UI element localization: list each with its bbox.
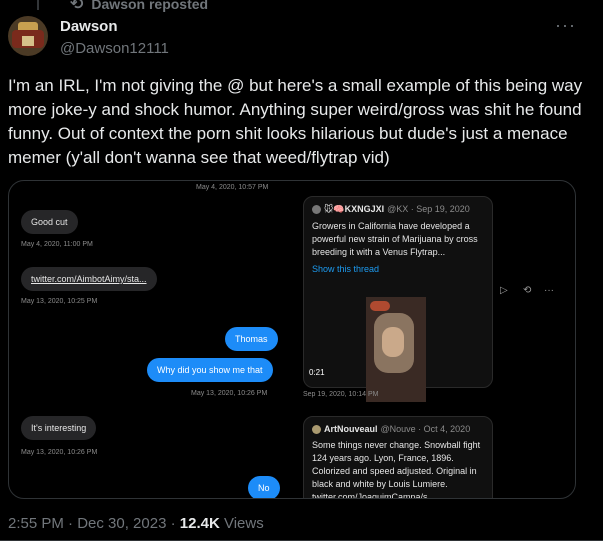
tweet-image[interactable]: May 4, 2020, 10:57 PM Good cut May 4, 20… — [8, 180, 576, 499]
avatar — [312, 205, 321, 214]
card-username: ArtNouveaul — [324, 424, 378, 434]
timestamp: May 13, 2020, 10:26 PM — [191, 390, 268, 397]
card-meta: @KX · Sep 19, 2020 — [387, 204, 470, 214]
message-link-bubble: twitter.com/AimbotAimy/sta... — [21, 267, 157, 291]
timestamp: Sep 19, 2020, 10:14 PM — [303, 391, 379, 398]
retweet-icon: ⟲ — [523, 285, 532, 296]
video-thumbnail — [366, 297, 426, 402]
views-label: Views — [219, 515, 264, 532]
repost-icon: ⟲ — [70, 0, 84, 13]
author-handle[interactable]: @Dawson12111 — [60, 40, 169, 57]
show-thread-link: Show this thread — [312, 264, 380, 274]
more-icon: ··· — [544, 285, 554, 296]
message-bubble: Why did you show me that — [147, 358, 273, 382]
repost-label: Dawson reposted — [91, 0, 209, 12]
post-time[interactable]: 2:55 PM · Dec 30, 2023 · — [8, 515, 180, 532]
video-duration: 0:21 — [309, 368, 325, 377]
timestamp: May 13, 2020, 10:26 PM — [21, 449, 98, 456]
card-text: Growers in California have developed a p… — [312, 221, 478, 257]
avatar[interactable] — [8, 16, 48, 56]
tweet-footer: 2:55 PM · Dec 30, 2023 · 12.4K Views — [8, 515, 264, 532]
avatar — [312, 425, 321, 434]
message-bubble: It's interesting — [21, 416, 97, 440]
author-name[interactable]: Dawson — [60, 18, 118, 35]
card-text: Some things never change. Snowball fight… — [312, 440, 481, 499]
views-count: 12.4K — [179, 515, 220, 532]
timestamp: May 4, 2020, 11:00 PM — [21, 241, 93, 248]
tweet-text: I'm an IRL, I'm not giving the @ but her… — [8, 76, 583, 167]
timestamp: May 4, 2020, 10:57 PM — [196, 184, 269, 191]
quoted-tweet-card: ArtNouveaul @Nouve · Oct 4, 2020 Some th… — [303, 416, 493, 499]
card-username: 🐭🧠KXNGJXI — [324, 204, 385, 214]
timestamp: May 13, 2020, 10:25 PM — [21, 298, 98, 305]
message-bubble: No — [248, 476, 280, 498]
message-bubble: Good cut — [21, 210, 78, 234]
more-options-button[interactable]: ··· — [555, 15, 576, 36]
quoted-tweet-card: 🐭🧠KXNGJXI @KX · Sep 19, 2020 Growers in … — [303, 196, 493, 402]
message-bubble: Thomas — [225, 327, 278, 351]
thread-line — [37, 0, 39, 10]
play-icon: ▷ — [500, 285, 508, 296]
card-meta: @Nouve · Oct 4, 2020 — [380, 424, 471, 434]
repost-indicator[interactable]: ⟲ Dawson reposted — [70, 0, 208, 14]
